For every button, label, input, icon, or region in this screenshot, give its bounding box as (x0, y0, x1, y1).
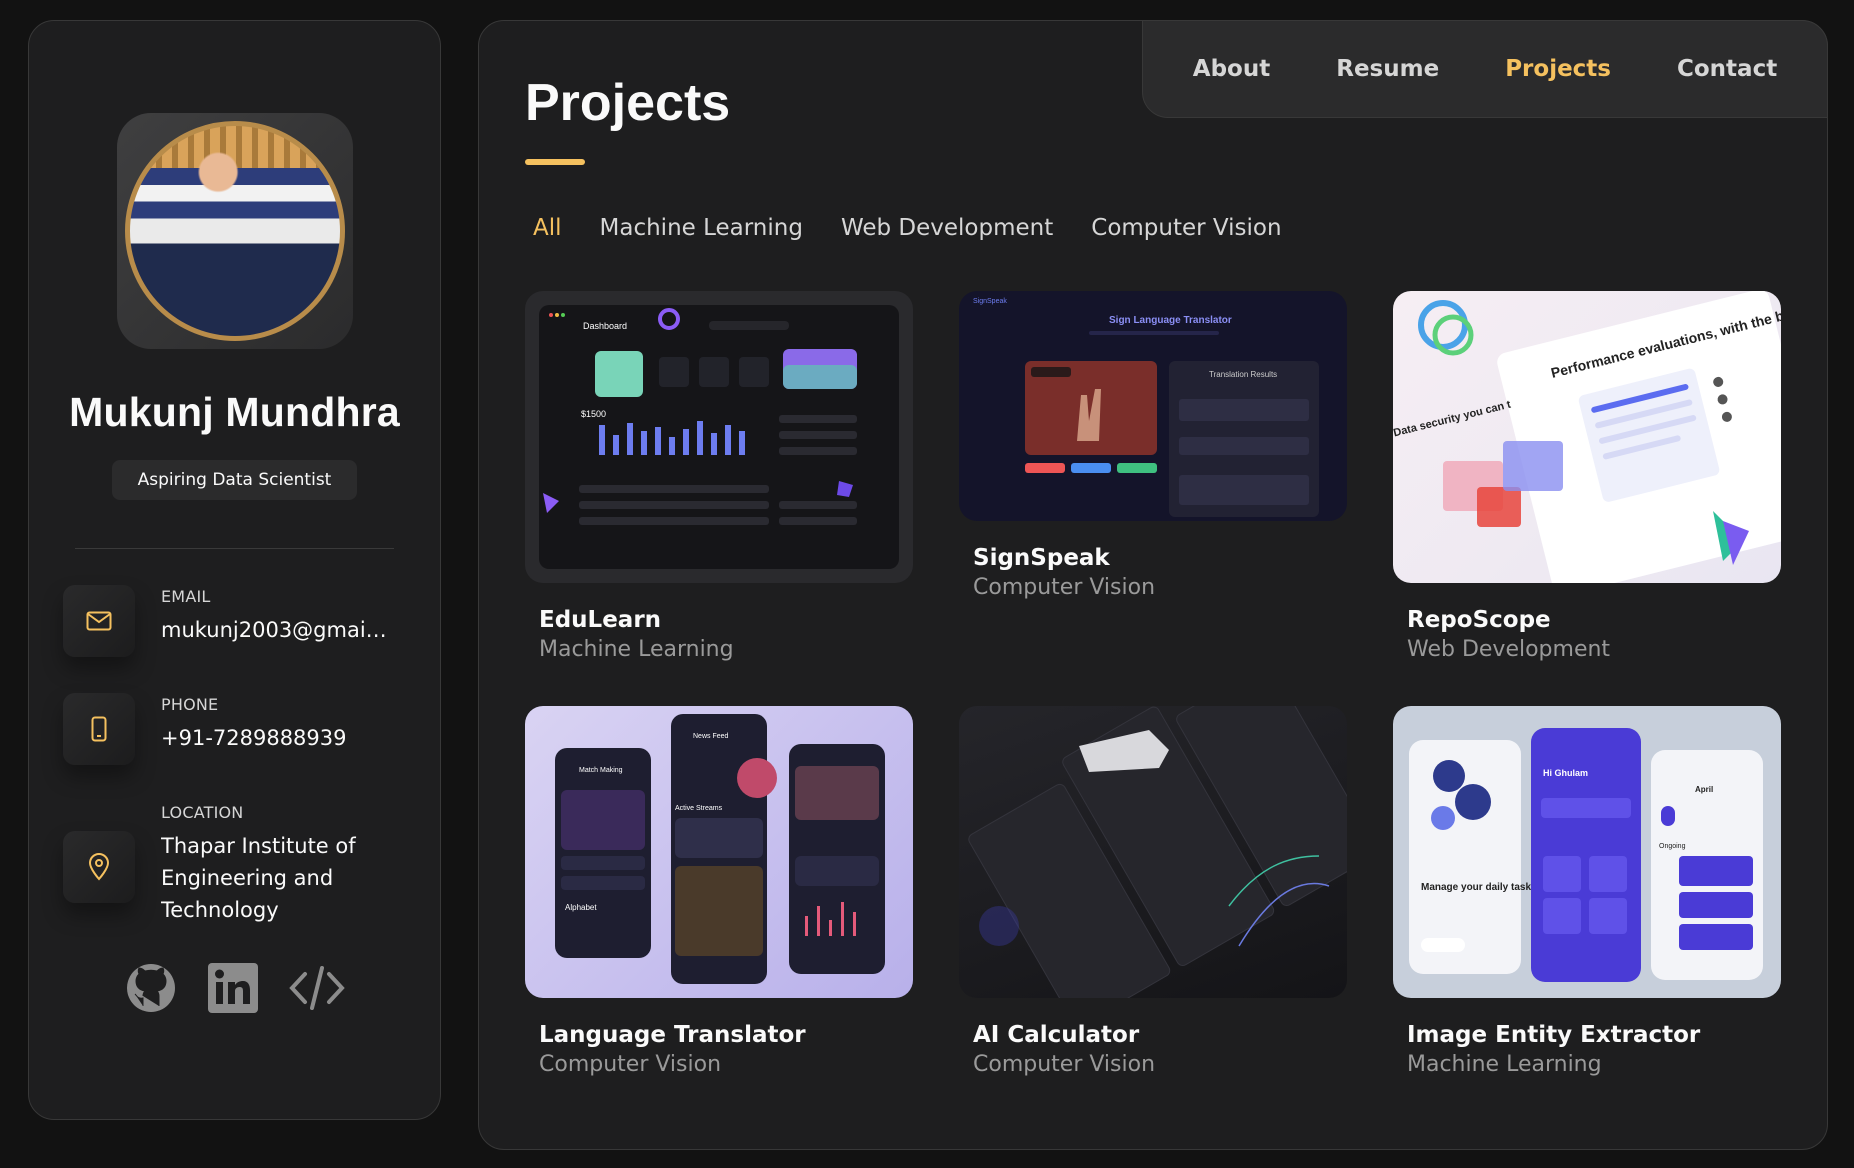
project-thumbnail: SignSpeak Sign Language Translator Trans… (959, 291, 1347, 521)
project-title: RepoScope (1407, 607, 1551, 633)
mail-icon (63, 585, 135, 657)
project-thumbnail: Match Making Alphabet News Feed Active S… (525, 706, 913, 998)
project-title: SignSpeak (973, 545, 1110, 571)
dashboard-label: Dashboard (583, 321, 627, 331)
project-card-ai-calculator[interactable]: AI Calculator Computer Vision (959, 706, 1347, 1077)
top-navbar: About Resume Projects Contact (1142, 20, 1828, 118)
project-card-signspeak[interactable]: SignSpeak Sign Language Translator Trans… (959, 291, 1347, 662)
contact-email: EMAIL mukunj2003@gmail... (63, 585, 406, 657)
filter-list: All Machine Learning Web Development Com… (533, 215, 1282, 241)
contact-phone: PHONE +91-7289888939 (63, 693, 406, 765)
sign-results: Translation Results (1209, 370, 1277, 379)
lang-streams: Active Streams (675, 805, 723, 812)
project-card-image-entity-extractor[interactable]: Manage your daily tasks Hi Ghulam April … (1393, 706, 1781, 1077)
profile-title-badge: Aspiring Data Scientist (111, 460, 358, 500)
avatar-frame (116, 113, 353, 349)
project-card-language-translator[interactable]: Match Making Alphabet News Feed Active S… (525, 706, 913, 1077)
profile-sidebar: Mukunj Mundhra Aspiring Data Scientist E… (28, 20, 441, 1120)
project-title: Language Translator (539, 1022, 806, 1048)
nav-about[interactable]: About (1193, 56, 1270, 82)
phone-icon (63, 693, 135, 765)
repo-side: Data security you can t (1393, 399, 1512, 440)
project-category: Computer Vision (539, 1052, 722, 1077)
nav-projects[interactable]: Projects (1505, 56, 1611, 82)
project-thumbnail (959, 706, 1347, 998)
social-links (63, 962, 406, 1014)
filter-web-development[interactable]: Web Development (841, 215, 1053, 241)
contact-label: PHONE (161, 695, 219, 714)
contact-list: EMAIL mukunj2003@gmail... PHONE +91-7289… (63, 585, 406, 926)
project-category: Machine Learning (539, 637, 734, 662)
img-month: April (1695, 785, 1713, 794)
github-icon[interactable] (125, 962, 177, 1014)
lang-feed: News Feed (693, 733, 729, 740)
profile-name: Mukunj Mundhra (69, 389, 400, 435)
title-underline (525, 159, 585, 165)
project-category: Computer Vision (973, 1052, 1156, 1077)
sign-brand: SignSpeak (973, 298, 1007, 305)
phone-link[interactable]: +91-7289888939 (161, 722, 391, 754)
project-title: EduLearn (539, 607, 662, 633)
project-card-edulearn[interactable]: Dashboard $1500 EduLearn Machine Learnin… (525, 291, 913, 662)
project-card-reposcope[interactable]: Performance evaluations, with the bias D… (1393, 291, 1781, 662)
dashboard-amount: $1500 (581, 409, 606, 419)
location-text: Thapar Institute of Engineering and Tech… (161, 834, 356, 922)
avatar (124, 121, 345, 341)
project-thumbnail: Dashboard $1500 (525, 291, 913, 583)
linkedin-icon[interactable] (207, 962, 259, 1014)
contact-location: LOCATION Thapar Institute of Engineering… (63, 801, 406, 926)
project-category: Machine Learning (1407, 1052, 1602, 1077)
filter-computer-vision[interactable]: Computer Vision (1091, 215, 1281, 241)
project-thumbnail: Performance evaluations, with the bias D… (1393, 291, 1781, 583)
nav-resume[interactable]: Resume (1336, 56, 1439, 82)
main-panel: About Resume Projects Contact Projects A… (478, 20, 1828, 1150)
contact-label: LOCATION (161, 803, 244, 822)
img-tasks: Manage your daily tasks (1421, 882, 1537, 893)
project-category: Computer Vision (973, 575, 1156, 600)
img-ongoing: Ongoing (1659, 843, 1686, 850)
divider (75, 548, 394, 549)
lang-match: Match Making (579, 767, 623, 774)
code-icon[interactable] (288, 962, 345, 1014)
project-thumbnail: Manage your daily tasks Hi Ghulam April … (1393, 706, 1781, 998)
filter-machine-learning[interactable]: Machine Learning (600, 215, 803, 241)
page-title: Projects (525, 74, 731, 132)
img-greeting: Hi Ghulam (1543, 768, 1588, 778)
email-link[interactable]: mukunj2003@gmail... (161, 614, 391, 646)
project-title: Image Entity Extractor (1407, 1022, 1701, 1048)
nav-contact[interactable]: Contact (1677, 56, 1777, 82)
project-title: AI Calculator (973, 1022, 1140, 1048)
filter-all[interactable]: All (533, 215, 562, 241)
sign-heading: Sign Language Translator (1109, 315, 1232, 326)
project-grid: Dashboard $1500 EduLearn Machine Learnin… (525, 291, 1781, 1077)
project-category: Web Development (1407, 637, 1611, 662)
contact-label: EMAIL (161, 587, 211, 606)
location-pin-icon (63, 831, 135, 903)
lang-alphabet: Alphabet (565, 903, 597, 912)
